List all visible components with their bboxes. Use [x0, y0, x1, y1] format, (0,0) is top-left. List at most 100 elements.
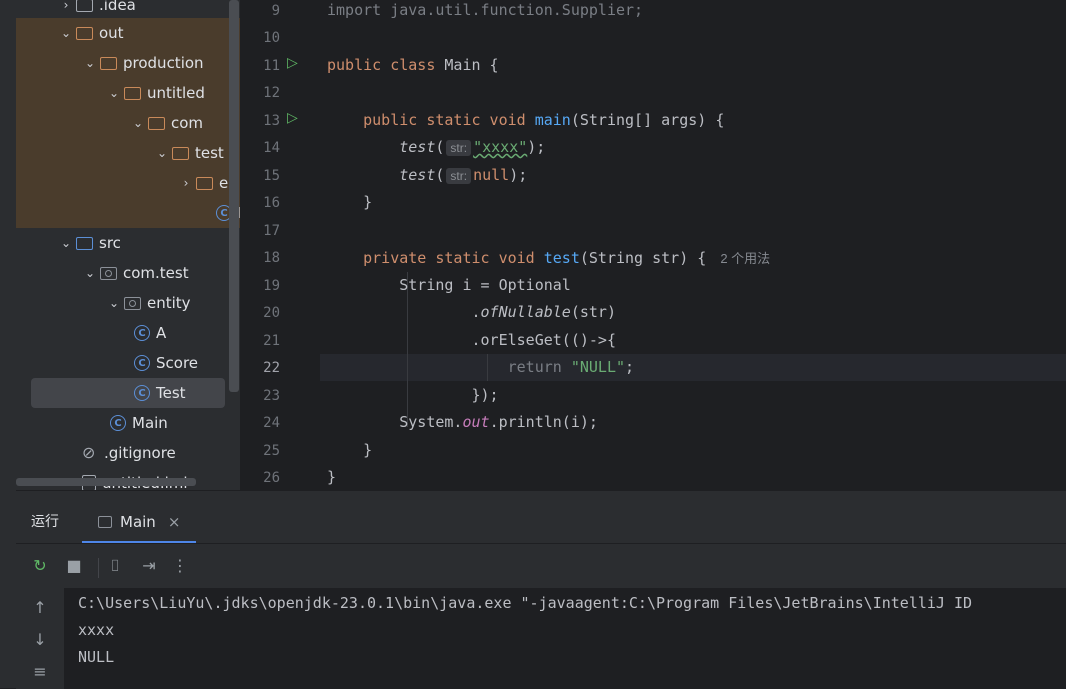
code-line-19: String i = Optional — [399, 276, 571, 294]
tree-node-entity[interactable]: ⌄ entity — [104, 288, 191, 318]
code-line-16: } — [363, 193, 373, 211]
line-number: 12 — [263, 85, 280, 101]
package-icon — [100, 266, 117, 280]
class-icon: C — [134, 355, 150, 371]
folder-icon — [100, 56, 117, 70]
chevron-down-icon[interactable]: ⌄ — [104, 296, 124, 310]
code-editor[interactable]: 9 10 11 12 13 14 15 16 17 18 19 20 21 22… — [240, 0, 1066, 490]
code-line-13: public static void main(String[] args) { — [363, 111, 725, 129]
tree-node-label: production — [123, 54, 204, 72]
tree-node-label: com.test — [123, 264, 189, 282]
run-tool-window[interactable]: 运行 Main × ↻ ■ ⌷ ⇥ ⋮ ↑ ↓ ≡ C:\Users\LiuYu… — [16, 490, 1066, 689]
tree-node-gitignore[interactable]: ⊘ .gitignore — [82, 438, 176, 468]
class-icon: C — [134, 385, 150, 401]
line-number: 9 — [271, 3, 280, 19]
tab-main[interactable]: Main × — [82, 501, 196, 543]
tree-node-class-test[interactable]: C Test — [31, 378, 225, 408]
camera-icon[interactable]: ⌷ — [105, 556, 125, 576]
tree-node-label: Score — [156, 354, 199, 372]
arrow-down-icon[interactable]: ↓ — [30, 630, 50, 650]
line-number: 17 — [263, 223, 280, 239]
rerun-icon[interactable]: ↻ — [30, 556, 50, 576]
toolbar-divider — [98, 558, 99, 578]
line-number: 26 — [263, 470, 280, 486]
soft-wrap-icon[interactable]: ≡ — [30, 662, 50, 682]
parameter-hint: str: — [446, 168, 472, 184]
code-line-24: System.out.println(i); — [399, 413, 598, 431]
ignore-file-icon: ⊘ — [82, 443, 96, 462]
run-panel-title: 运行 — [31, 514, 59, 530]
tree-node-label: Main — [132, 414, 168, 432]
line-number-current: 22 — [263, 360, 280, 376]
console-line: NULL — [78, 648, 115, 666]
line-number: 23 — [263, 388, 280, 404]
line-number: 10 — [263, 30, 280, 46]
tree-node-idea[interactable]: › .idea — [56, 0, 136, 20]
run-gutter-icon[interactable]: ▷ — [287, 55, 298, 71]
left-tool-strip — [0, 0, 16, 688]
tree-node-production[interactable]: ⌄ production — [80, 48, 204, 78]
main-class-icon: C — [110, 415, 126, 431]
code-line-22: return "NULL"; — [507, 358, 635, 376]
code-line-25: } — [363, 441, 373, 459]
class-icon: C — [134, 325, 150, 341]
horizontal-scrollbar[interactable] — [16, 478, 196, 486]
console-side-toolbar: ↑ ↓ ≡ — [16, 588, 64, 689]
parameter-hint: str: — [446, 140, 472, 156]
exit-icon[interactable]: ⇥ — [139, 556, 159, 576]
tree-node-untitled[interactable]: ⌄ untitled — [104, 78, 205, 108]
source-folder-icon — [76, 236, 93, 250]
console-output[interactable]: C:\Users\LiuYu\.jdks\openjdk-23.0.1\bin\… — [64, 588, 1066, 689]
tree-node-label: untitled — [147, 84, 205, 102]
tree-node-label: com — [171, 114, 204, 132]
chevron-down-icon[interactable]: ⌄ — [80, 266, 100, 280]
tree-node-com[interactable]: ⌄ com — [128, 108, 203, 138]
tree-node-label: out — [99, 24, 124, 42]
chevron-right-icon[interactable]: › — [56, 0, 76, 12]
tree-node-label: .idea — [99, 0, 136, 14]
tree-node-label: A — [156, 324, 167, 342]
tree-node-main[interactable]: C Main — [110, 408, 168, 438]
close-icon[interactable]: × — [168, 513, 181, 531]
folder-icon — [196, 176, 213, 190]
code-line-9: import java.util.function.Supplier; — [327, 1, 644, 19]
line-number-gutter[interactable]: 9 10 11 12 13 14 15 16 17 18 19 20 21 22… — [240, 0, 320, 490]
vertical-scrollbar[interactable] — [229, 0, 239, 392]
code-line-20: .ofNullable(str) — [471, 303, 617, 321]
line-number: 20 — [263, 305, 280, 321]
chevron-down-icon[interactable]: ⌄ — [56, 236, 76, 250]
line-number: 11 — [263, 58, 280, 74]
chevron-down-icon[interactable]: ⌄ — [128, 116, 148, 130]
tree-node-class-a[interactable]: C A — [134, 318, 166, 348]
tree-node-com-test[interactable]: ⌄ com.test — [80, 258, 189, 288]
console-line: xxxx — [78, 621, 115, 639]
run-gutter-icon[interactable]: ▷ — [287, 110, 298, 126]
arrow-up-icon[interactable]: ↑ — [30, 598, 50, 618]
usage-count-hint: 2 个用法 — [720, 251, 771, 266]
folder-icon — [172, 146, 189, 160]
stop-icon[interactable]: ■ — [64, 556, 84, 576]
chevron-down-icon[interactable]: ⌄ — [104, 86, 124, 100]
more-options-icon[interactable]: ⋮ — [170, 556, 190, 576]
code-line-23: }); — [471, 386, 499, 404]
tree-node-test[interactable]: ⌄ test — [152, 138, 224, 168]
run-toolbar: ↻ ■ ⌷ ⇥ ⋮ — [16, 544, 1066, 588]
line-number: 16 — [263, 195, 280, 211]
console-icon — [98, 516, 112, 528]
tree-node-class-score[interactable]: C Score — [134, 348, 198, 378]
tree-node-label: entity — [147, 294, 191, 312]
project-tree[interactable]: › .idea ⌄ out ⌄ production ⌄ untitled ⌄ … — [16, 0, 240, 490]
chevron-right-icon[interactable]: › — [176, 176, 196, 190]
code-line-18: private static void test(String str) {2 … — [363, 249, 771, 267]
folder-icon — [148, 116, 165, 130]
line-number: 18 — [263, 250, 280, 266]
chevron-down-icon[interactable]: ⌄ — [152, 146, 172, 160]
line-number: 14 — [263, 140, 280, 156]
chevron-down-icon[interactable]: ⌄ — [56, 26, 76, 40]
chevron-down-icon[interactable]: ⌄ — [80, 56, 100, 70]
line-number: 24 — [263, 415, 280, 431]
folder-icon — [124, 86, 141, 100]
tree-node-label: .gitignore — [104, 444, 176, 462]
tree-node-src[interactable]: ⌄ src — [56, 228, 121, 258]
tree-node-out[interactable]: ⌄ out — [56, 18, 124, 48]
